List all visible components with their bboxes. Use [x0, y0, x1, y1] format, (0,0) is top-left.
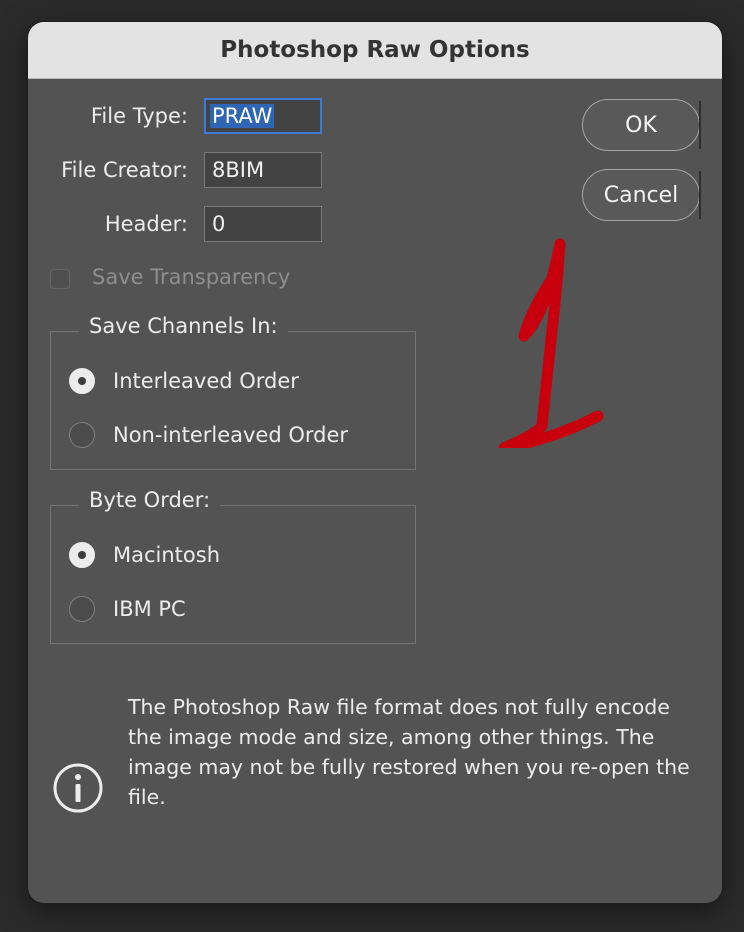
save-transparency-checkbox[interactable] [50, 269, 70, 289]
info-icon [53, 763, 103, 813]
radio-ibm-pc[interactable]: IBM PC [69, 596, 186, 622]
dialog-title: Photoshop Raw Options [220, 37, 530, 63]
file-type-label: File Type: [90, 104, 188, 128]
radio-label: Macintosh [113, 543, 221, 567]
radio-button[interactable] [69, 596, 95, 622]
raw-options-dialog: Photoshop Raw Options File Type: PRAW Fi… [28, 22, 722, 903]
file-type-selected-text: PRAW [210, 104, 275, 128]
radio-macintosh[interactable]: Macintosh [69, 542, 220, 568]
cancel-button[interactable]: Cancel [582, 169, 700, 221]
file-type-input[interactable]: PRAW [204, 98, 322, 134]
radio-label: Non-interleaved Order [113, 423, 349, 447]
radio-label: IBM PC [113, 597, 186, 621]
byte-order-group: Byte Order: Macintosh IBM PC [50, 488, 416, 644]
header-input[interactable]: 0 [204, 206, 322, 242]
ok-button-label: OK [625, 112, 657, 138]
file-creator-input[interactable]: 8BIM [204, 152, 322, 188]
handwritten-annotation-one-icon [498, 238, 604, 448]
byte-order-title: Byte Order: [79, 488, 221, 512]
cancel-button-edge [699, 171, 701, 219]
radio-button-selected[interactable] [69, 368, 95, 394]
ok-button[interactable]: OK [582, 99, 700, 151]
save-channels-group: Save Channels In: Interleaved Order Non-… [50, 314, 416, 470]
ok-button-edge [699, 101, 701, 149]
radio-label: Interleaved Order [113, 369, 299, 393]
radio-button[interactable] [69, 422, 95, 448]
title-bar: Photoshop Raw Options [28, 22, 722, 79]
save-transparency-label: Save Transparency [92, 265, 291, 289]
file-creator-label: File Creator: [61, 158, 188, 182]
radio-non-interleaved-order[interactable]: Non-interleaved Order [69, 422, 348, 448]
save-channels-title: Save Channels In: [79, 314, 288, 338]
radio-interleaved-order[interactable]: Interleaved Order [69, 368, 299, 394]
cancel-button-label: Cancel [603, 182, 679, 208]
header-value: 0 [212, 212, 226, 236]
radio-button-selected[interactable] [69, 542, 95, 568]
info-message: The Photoshop Raw file format does not f… [128, 695, 690, 809]
header-label: Header: [104, 212, 188, 236]
file-creator-value: 8BIM [212, 158, 265, 182]
